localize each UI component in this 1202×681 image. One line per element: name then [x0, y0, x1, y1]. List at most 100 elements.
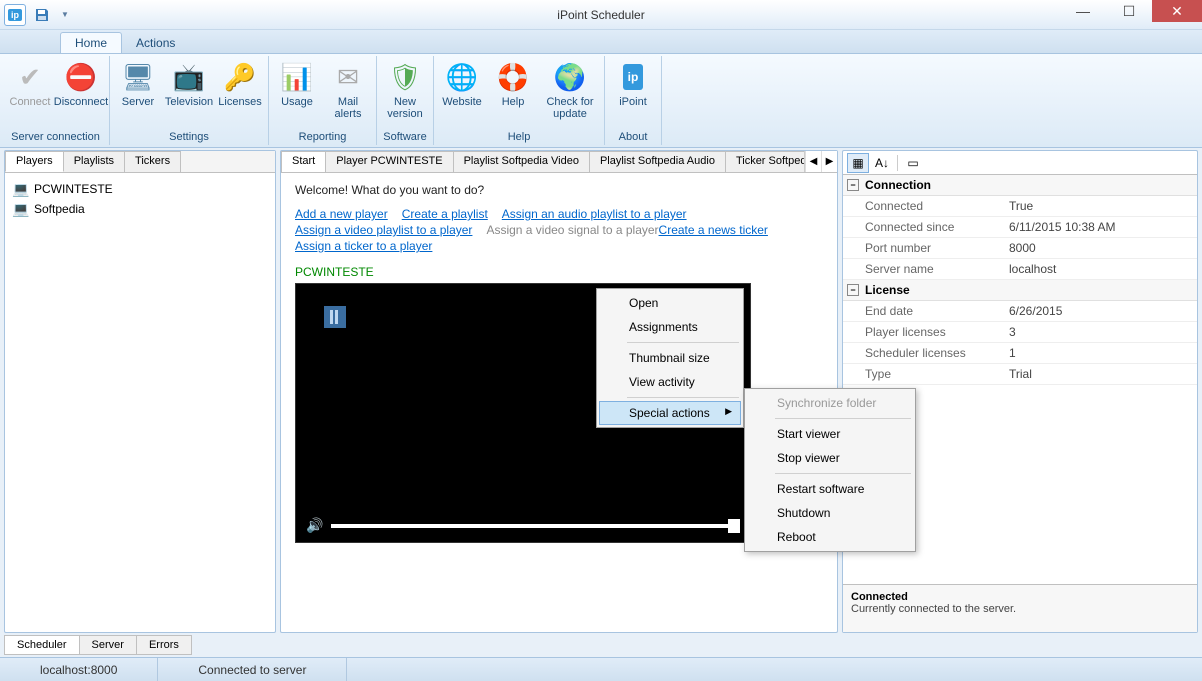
ribbon-tabs: Home Actions	[0, 30, 1202, 54]
mail-alerts-icon: ✉	[332, 61, 364, 93]
center-tab[interactable]: Playlist Softpedia Video	[453, 151, 590, 172]
prop-key: Server name	[843, 259, 1003, 279]
action-link[interactable]: Assign a ticker to a player	[295, 239, 432, 253]
action-link[interactable]: Assign a video playlist to a player	[295, 223, 472, 237]
tree-item[interactable]: 💻PCWINTESTE	[13, 179, 267, 199]
check-update-button[interactable]: 🌍Check for update	[539, 58, 601, 129]
tab-nav-left-icon[interactable]: ◀	[805, 151, 821, 172]
app-icon[interactable]: ip	[4, 4, 26, 26]
status-host: localhost:8000	[0, 658, 158, 681]
ribbon-group: 🌐Website🛟Help🌍Check for updateHelp	[434, 56, 605, 145]
save-icon[interactable]	[28, 4, 56, 26]
menu-item[interactable]: Stop viewer	[747, 446, 913, 470]
prop-value: Trial	[1003, 364, 1197, 384]
center-tab[interactable]: Start	[281, 151, 326, 172]
section-title: Connection	[865, 178, 931, 192]
prop-row[interactable]: Port number8000	[843, 238, 1197, 259]
button-label: Connect	[10, 96, 51, 108]
menu-separator	[775, 473, 911, 474]
website-button[interactable]: 🌐Website	[437, 58, 487, 129]
connect-icon: ✔	[14, 61, 46, 93]
menu-item: Synchronize folder	[747, 391, 913, 415]
link-row: Assign a video playlist to a playerAssig…	[295, 223, 823, 237]
prop-value: True	[1003, 196, 1197, 216]
video-progress[interactable]	[331, 524, 740, 528]
ribbon-tab-home[interactable]: Home	[60, 32, 122, 53]
help-button[interactable]: 🛟Help	[488, 58, 538, 129]
bottom-tab-server[interactable]: Server	[79, 635, 137, 655]
menu-item[interactable]: Special actions▶	[599, 401, 741, 425]
center-tab[interactable]: Playlist Softpedia Audio	[589, 151, 726, 172]
action-link[interactable]: Add a new player	[295, 207, 388, 221]
prop-row[interactable]: Scheduler licenses1	[843, 343, 1197, 364]
welcome-text: Welcome! What do you want to do?	[295, 183, 823, 197]
button-label: Mail alerts	[325, 96, 371, 120]
collapse-icon[interactable]: −	[847, 284, 859, 296]
prop-section-header[interactable]: −License	[843, 280, 1197, 301]
property-pages-icon[interactable]: ▭	[902, 153, 924, 173]
prop-row[interactable]: TypeTrial	[843, 364, 1197, 385]
action-link[interactable]: Create a news ticker	[659, 223, 768, 237]
check-update-icon: 🌍	[554, 61, 586, 93]
bottom-tab-errors[interactable]: Errors	[136, 635, 192, 655]
tab-playlists[interactable]: Playlists	[63, 151, 125, 172]
video-thumbnail-icon	[324, 306, 346, 328]
button-label: Website	[442, 96, 482, 108]
button-label: Disconnect	[54, 96, 108, 108]
prop-value: localhost	[1003, 259, 1197, 279]
context-submenu: Synchronize folder Start viewerStop viewe…	[744, 388, 916, 552]
menu-item[interactable]: Thumbnail size	[599, 346, 741, 370]
server-button[interactable]: 🖥Server	[113, 58, 163, 129]
prop-row[interactable]: End date6/26/2015	[843, 301, 1197, 322]
usage-button[interactable]: 📊Usage	[272, 58, 322, 129]
progress-handle[interactable]	[728, 519, 740, 533]
mail-alerts-button[interactable]: ✉ Mail alerts	[323, 58, 373, 129]
menu-item[interactable]: Reboot	[747, 525, 913, 549]
collapse-icon[interactable]: −	[847, 179, 859, 191]
qa-dropdown-icon[interactable]: ▼	[58, 4, 72, 26]
action-link[interactable]: Create a playlist	[402, 207, 488, 221]
action-link[interactable]: Assign an audio playlist to a player	[502, 207, 687, 221]
disconnect-button[interactable]: ⛔Disconnect	[56, 58, 106, 129]
menu-item[interactable]: Shutdown	[747, 501, 913, 525]
menu-separator	[627, 342, 739, 343]
prop-row[interactable]: Server namelocalhost	[843, 259, 1197, 280]
group-label: Reporting	[272, 129, 373, 145]
center-tab[interactable]: Player PCWINTESTE	[325, 151, 453, 172]
tree-item-label: Softpedia	[34, 202, 85, 216]
menu-item[interactable]: Start viewer	[747, 422, 913, 446]
prop-row[interactable]: Connected since6/11/2015 10:38 AM	[843, 217, 1197, 238]
property-description: Connected Currently connected to the ser…	[843, 584, 1197, 632]
video-controls: 🔊	[306, 517, 740, 534]
tree-item[interactable]: 💻Softpedia	[13, 199, 267, 219]
help-icon: 🛟	[497, 61, 529, 93]
ribbon-tab-actions[interactable]: Actions	[122, 33, 189, 53]
menu-item[interactable]: Restart software	[747, 477, 913, 501]
minimize-button[interactable]: —	[1060, 0, 1106, 22]
bottom-tab-scheduler[interactable]: Scheduler	[4, 635, 80, 655]
group-label: Software	[380, 129, 430, 145]
tab-tickers[interactable]: Tickers	[124, 151, 181, 172]
button-label: Usage	[281, 96, 313, 108]
maximize-button[interactable]: ☐	[1106, 0, 1152, 22]
prop-section-header[interactable]: −Connection	[843, 175, 1197, 196]
television-button[interactable]: 📺Television	[164, 58, 214, 129]
center-tabs: StartPlayer PCWINTESTEPlaylist Softpedia…	[281, 151, 837, 173]
new-version-button[interactable]: 🛡New version	[380, 58, 430, 129]
categorize-icon[interactable]: ▦	[847, 153, 869, 173]
close-button[interactable]: ✕	[1152, 0, 1202, 22]
player-icon: 💻	[13, 181, 29, 197]
ipoint-button[interactable]: ipiPoint	[608, 58, 658, 129]
tab-players[interactable]: Players	[5, 151, 64, 172]
prop-row[interactable]: Player licenses3	[843, 322, 1197, 343]
menu-item[interactable]: View activity	[599, 370, 741, 394]
tab-nav-right-icon[interactable]: ▶	[821, 151, 837, 172]
sort-az-icon[interactable]: A↓	[871, 153, 893, 173]
menu-item[interactable]: Open	[599, 291, 741, 315]
prop-row[interactable]: ConnectedTrue	[843, 196, 1197, 217]
volume-icon[interactable]: 🔊	[306, 517, 323, 534]
licenses-button[interactable]: 🔑Licenses	[215, 58, 265, 129]
menu-item[interactable]: Assignments	[599, 315, 741, 339]
ribbon-group: 🛡New versionSoftware	[377, 56, 434, 145]
prop-value: 6/26/2015	[1003, 301, 1197, 321]
